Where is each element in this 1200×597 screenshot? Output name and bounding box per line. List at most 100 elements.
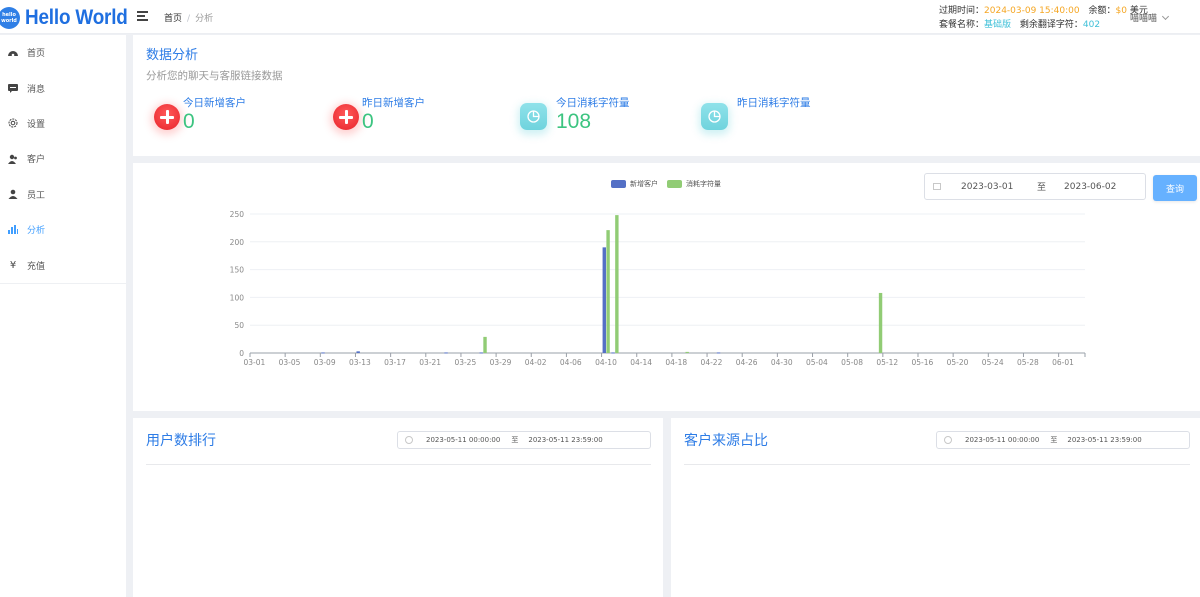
- stat-label: 昨日消耗字符量: [737, 97, 811, 109]
- y-tick-label: 100: [230, 293, 245, 302]
- bar-chars-consumed: [878, 292, 883, 353]
- logo[interactable]: hello world Hello World: [0, 4, 139, 32]
- logo-icon: hello world: [0, 7, 20, 29]
- divider: [146, 464, 651, 465]
- x-tick-label: 05-16: [911, 358, 933, 367]
- dashboard-icon: [8, 48, 18, 58]
- breadcrumb-home[interactable]: 首页: [164, 14, 182, 24]
- plan-value: 基础版: [984, 20, 1012, 30]
- user-ranking-card: 用户数排行 2023-05-11 00:00:00 至 2023-05-11 2…: [133, 418, 663, 597]
- sidebar: 首页 消息 设置 客户 员工 分析 ¥ 充值: [0, 35, 126, 597]
- x-tick-label: 03-09: [314, 358, 336, 367]
- settings-icon: [8, 118, 18, 128]
- trend-chart-card: 0 50 100 150 200 250 03-01 03-05 03-09 03-13 03-17…: [133, 163, 1200, 411]
- range-separator: 至: [1037, 183, 1047, 193]
- stat-label: 今日消耗字符量: [556, 97, 630, 109]
- x-tick-label: 04-30: [771, 358, 793, 367]
- yen-icon: ¥: [9, 259, 17, 271]
- start-datetime-input[interactable]: 2023-05-11 00:00:00: [426, 436, 500, 444]
- x-tick-label: 03-25: [454, 358, 476, 367]
- chart-legend: 新增客户 消耗字符量: [611, 179, 730, 189]
- menu-fold-icon[interactable]: [137, 11, 148, 21]
- bar-new-customers: [356, 351, 360, 353]
- sidebar-item-label: 分析: [27, 226, 46, 237]
- calendar-icon: [933, 183, 941, 190]
- sidebar-item-label: 设置: [27, 119, 46, 130]
- bar-new-customers: [602, 247, 606, 353]
- sidebar-item-analytics[interactable]: 分析: [0, 212, 126, 247]
- source-datetime-range-picker[interactable]: 2023-05-11 00:00:00 至 2023-05-11 23:59:0…: [936, 431, 1190, 449]
- bar-chars-consumed: [606, 230, 610, 353]
- page-subtitle: 分析您的聊天与客服链接数据: [146, 70, 283, 82]
- x-tick-label: 04-02: [525, 358, 547, 367]
- end-datetime-input[interactable]: 2023-05-11 23:59:00: [1067, 436, 1141, 444]
- stat-label: 昨日新增客户: [362, 97, 425, 109]
- y-tick-label: 150: [230, 266, 245, 275]
- legend-item-new-customers[interactable]: 新增客户: [611, 179, 658, 189]
- bar-new-customers: [716, 352, 721, 354]
- sidebar-item-label: 客户: [27, 155, 46, 166]
- trend-bar-chart: 0 50 100 150 200 250 03-01 03-05 03-09 03-13 03-17…: [230, 210, 1086, 367]
- ranking-datetime-range-picker[interactable]: 2023-05-11 00:00:00 至 2023-05-11 23:59:0…: [397, 431, 651, 449]
- query-button[interactable]: 查询: [1153, 175, 1197, 201]
- bar-new-customers: [444, 352, 448, 354]
- stat-value: 0: [362, 110, 374, 133]
- sidebar-item-messages[interactable]: 消息: [0, 70, 126, 105]
- expire-label: 过期时间：: [939, 6, 985, 16]
- bar-chars-consumed: [615, 215, 619, 353]
- employee-icon: [8, 189, 18, 200]
- breadcrumb-current: 分析: [195, 14, 214, 24]
- customers-icon: [8, 154, 18, 164]
- remaining-chars-label: 剩余翻译字符：: [1019, 20, 1083, 30]
- x-tick-label: 04-14: [630, 358, 652, 367]
- page-title: 数据分析: [146, 48, 199, 63]
- y-tick-label: 250: [230, 210, 245, 219]
- x-tick-label: 04-10: [595, 358, 617, 367]
- start-datetime-input[interactable]: 2023-05-11 00:00:00: [965, 436, 1039, 444]
- sidebar-item-recharge[interactable]: ¥ 充值: [0, 247, 126, 282]
- sidebar-item-settings[interactable]: 设置: [0, 106, 126, 141]
- sidebar-item-employees[interactable]: 员工: [0, 177, 126, 212]
- sidebar-item-label: 员工: [27, 190, 46, 201]
- y-tick-label: 0: [239, 349, 244, 358]
- legend-label: 消耗字符量: [686, 180, 721, 188]
- stat-value: 108: [556, 110, 592, 133]
- trend-date-range-picker[interactable]: 2023-03-01 至 2023-06-02: [924, 173, 1146, 200]
- start-date-input[interactable]: 2023-03-01: [961, 182, 1023, 192]
- plus-circle-icon: [333, 104, 359, 130]
- balance-value: $0: [1115, 6, 1127, 16]
- end-datetime-input[interactable]: 2023-05-11 23:59:00: [528, 436, 602, 444]
- x-tick-label: 04-18: [665, 358, 687, 367]
- sidebar-item-label: 首页: [27, 49, 46, 60]
- x-tick-label: 05-08: [841, 358, 863, 367]
- x-tick-label: 05-04: [806, 358, 828, 367]
- y-tick-label: 50: [234, 321, 244, 330]
- remaining-chars-value: 402: [1082, 20, 1101, 30]
- chevron-down-icon: [1161, 12, 1170, 21]
- range-separator: 至: [1050, 436, 1058, 444]
- end-date-input[interactable]: 2023-06-02: [1064, 182, 1126, 192]
- stat-value: 0: [183, 110, 195, 133]
- x-tick-label: 04-22: [701, 358, 723, 367]
- plus-circle-icon: [154, 104, 180, 130]
- x-tick-label: 05-24: [982, 358, 1004, 367]
- sidebar-item-customers[interactable]: 客户: [0, 141, 126, 176]
- user-menu[interactable]: 喵喵喵: [1130, 11, 1170, 24]
- breadcrumb: 首页 / 分析: [164, 11, 213, 24]
- divider: [684, 464, 1190, 465]
- stat-label: 今日新增客户: [183, 97, 246, 109]
- bar-new-customers: [611, 352, 615, 354]
- y-tick-label: 200: [230, 238, 245, 247]
- message-icon: [8, 83, 18, 93]
- bar-chart-icon: [8, 225, 18, 235]
- sidebar-item-home[interactable]: 首页: [0, 35, 126, 70]
- x-tick-label: 04-06: [560, 358, 582, 367]
- legend-item-chars-consumed[interactable]: 消耗字符量: [667, 179, 721, 189]
- bar-new-customers: [479, 352, 483, 354]
- source-title: 客户来源占比: [684, 433, 768, 449]
- x-tick-label: 05-12: [876, 358, 898, 367]
- legend-swatch: [611, 180, 626, 188]
- clock-icon: [944, 436, 952, 444]
- legend-swatch: [667, 180, 682, 188]
- x-tick-label: 05-20: [947, 358, 969, 367]
